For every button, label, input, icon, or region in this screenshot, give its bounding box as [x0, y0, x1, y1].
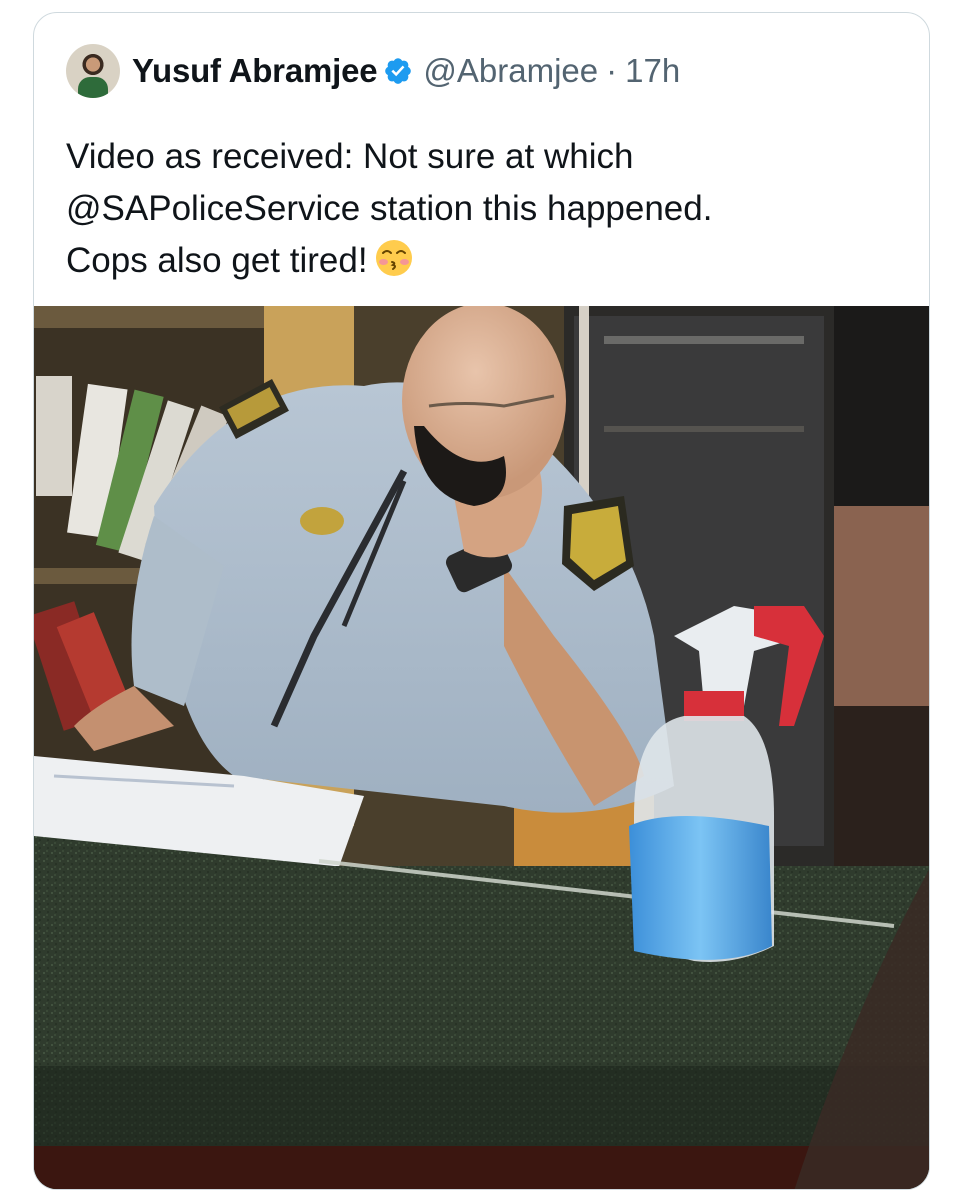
tweet-card[interactable]: Yusuf Abramjee @Abramjee · 17h Video as …: [33, 12, 930, 1190]
avatar[interactable]: [66, 44, 120, 98]
author-handle[interactable]: @Abramjee: [423, 52, 598, 90]
tweet-timestamp[interactable]: 17h: [625, 52, 680, 90]
police-officer-at-desk-photo: [34, 306, 929, 1189]
tweet-text-line: @SAPoliceService station this happened.: [66, 183, 906, 235]
tweet-text: Video as received: Not sure at which @SA…: [66, 131, 906, 287]
verified-badge-icon: [385, 58, 412, 84]
tweet-media-video[interactable]: [34, 306, 929, 1189]
tweet-text-line: Video as received: Not sure at which: [66, 137, 634, 176]
face-blowing-kiss-emoji-icon: [375, 240, 412, 276]
dot-separator: ·: [606, 52, 618, 89]
screenshot-page: Yusuf Abramjee @Abramjee · 17h Video as …: [0, 0, 964, 1200]
tweet-text-line: Cops also get tired!: [66, 235, 906, 287]
tweet-text-last: Cops also get tired!: [66, 241, 368, 280]
mention-link-line[interactable]: @SAPoliceService station this happened.: [66, 189, 712, 228]
tweet-header: Yusuf Abramjee @Abramjee · 17h: [66, 43, 680, 99]
author-display-name[interactable]: Yusuf Abramjee: [132, 52, 378, 90]
